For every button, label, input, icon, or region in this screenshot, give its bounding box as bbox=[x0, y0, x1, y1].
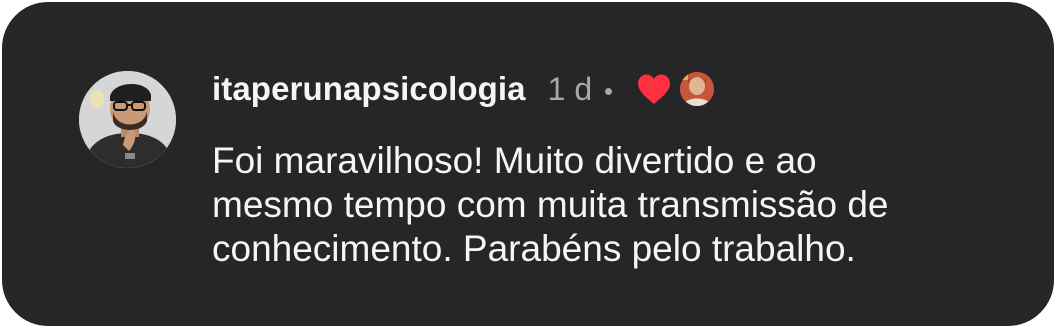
comment-timestamp: 1 d bbox=[547, 70, 593, 107]
commenter-avatar[interactable] bbox=[79, 71, 176, 168]
comment-header: itaperunapsicologia 1 d bbox=[212, 64, 715, 114]
commenter-avatar-image bbox=[79, 71, 176, 168]
comment-line: mesmo tempo com muita transmissão de bbox=[212, 184, 889, 225]
comment-line: conhecimento. Parabéns pelo trabalho. bbox=[212, 228, 856, 269]
comment-line: Foi maravilhoso! Muito divertido e ao bbox=[212, 140, 817, 181]
heart-icon[interactable] bbox=[636, 73, 672, 105]
username-link[interactable]: itaperunapsicologia bbox=[212, 70, 526, 108]
separator-dot bbox=[605, 87, 613, 95]
creator-like-avatar[interactable] bbox=[680, 72, 715, 106]
comment-body: Foi maravilhoso! Muito divertido e ao me… bbox=[212, 139, 1012, 271]
comment-card: itaperunapsicologia 1 d Foi maravilhoso!… bbox=[2, 2, 1054, 326]
